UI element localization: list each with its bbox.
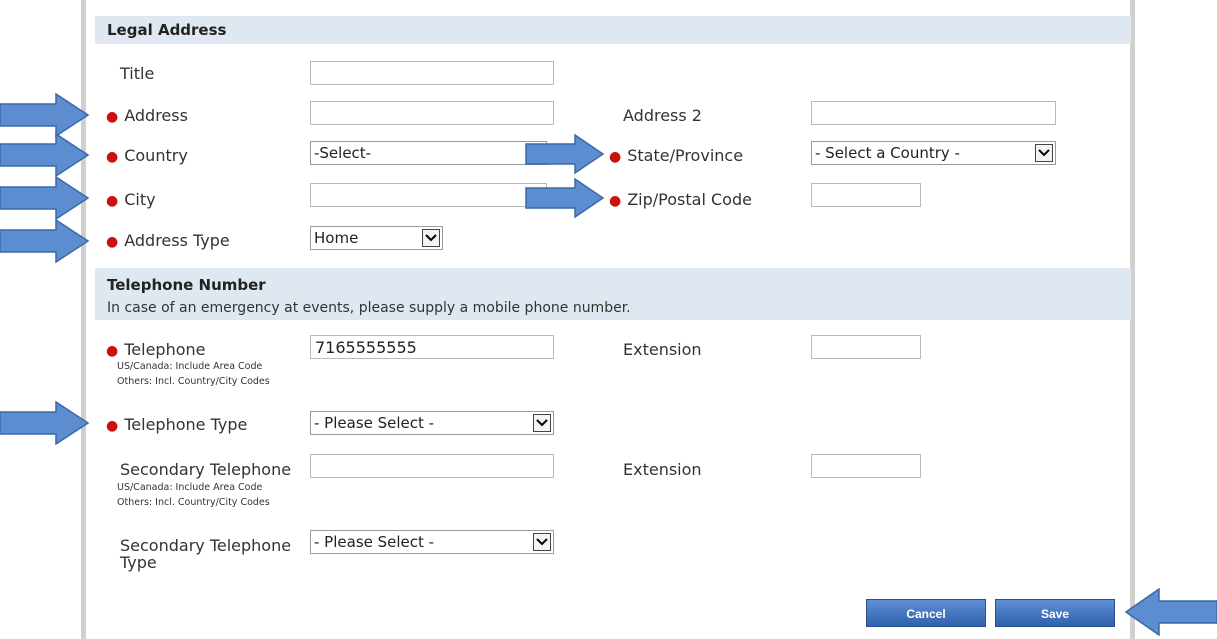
required-icon: ● xyxy=(609,149,622,165)
required-icon: ● xyxy=(609,193,622,209)
telephone-header: Telephone Number In case of an emergency… xyxy=(95,268,1131,320)
save-button[interactable]: Save xyxy=(995,599,1115,627)
cancel-button[interactable]: Cancel xyxy=(866,599,986,627)
extension-input[interactable] xyxy=(811,335,921,359)
state-select[interactable]: - Select a Country - xyxy=(811,141,1056,165)
telephone-type-selected-value: - Please Select - xyxy=(314,414,435,432)
required-icon: ● xyxy=(106,343,119,359)
required-icon: ● xyxy=(106,149,119,165)
secondary-extension-input[interactable] xyxy=(811,454,921,478)
telephone-subtitle: In case of an emergency at events, pleas… xyxy=(107,300,631,316)
zip-input[interactable] xyxy=(811,183,921,207)
required-icon: ● xyxy=(106,109,119,125)
arrow-right-icon xyxy=(0,401,90,445)
chevron-down-icon[interactable] xyxy=(533,533,551,551)
required-icon: ● xyxy=(106,418,119,434)
address-type-label: ● Address Type xyxy=(106,231,230,250)
city-label: ● City xyxy=(106,190,156,209)
arrow-right-icon xyxy=(525,178,605,218)
title-label: Title xyxy=(120,64,155,83)
telephone-label: ● Telephone xyxy=(106,340,206,359)
address-input[interactable] xyxy=(310,101,554,125)
required-icon: ● xyxy=(106,234,119,250)
telephone-title: Telephone Number xyxy=(107,276,266,294)
chevron-down-icon[interactable] xyxy=(533,414,551,432)
address-label: ● Address xyxy=(106,106,188,125)
required-icon: ● xyxy=(106,193,119,209)
telephone-hint: US/Canada: Include Area Code Others: Inc… xyxy=(117,359,270,389)
secondary-telephone-label: Secondary Telephone xyxy=(120,460,292,479)
secondary-extension-label: Extension xyxy=(623,460,702,479)
address-type-selected-value: Home xyxy=(314,229,359,247)
secondary-telephone-hint: US/Canada: Include Area Code Others: Inc… xyxy=(117,480,270,510)
state-label: ● State/Province xyxy=(609,146,744,165)
address2-input[interactable] xyxy=(811,101,1056,125)
legal-address-title: Legal Address xyxy=(107,21,227,39)
zip-label: ● Zip/Postal Code xyxy=(609,190,752,209)
address2-label: Address 2 xyxy=(623,106,702,125)
arrow-right-icon xyxy=(0,219,90,263)
arrow-right-icon xyxy=(0,176,90,220)
extension-label: Extension xyxy=(623,340,702,359)
arrow-left-icon xyxy=(1125,588,1217,636)
legal-address-header: Legal Address xyxy=(95,16,1131,44)
secondary-hint-line-1: US/Canada: Include Area Code xyxy=(117,482,263,493)
secondary-telephone-type-label: Secondary Telephone Type xyxy=(120,536,292,572)
country-select[interactable]: -Select- xyxy=(310,141,547,165)
state-selected-value: - Select a Country - xyxy=(815,144,960,162)
secondary-type-selected-value: - Please Select - xyxy=(314,533,435,551)
chevron-down-icon[interactable] xyxy=(1035,144,1053,162)
secondary-telephone-input[interactable] xyxy=(310,454,554,478)
country-label: ● Country xyxy=(106,146,188,165)
telephone-type-label: ● Telephone Type xyxy=(106,415,248,434)
country-selected-value: -Select- xyxy=(314,144,372,162)
title-input[interactable] xyxy=(310,61,554,85)
telephone-hint-line-1: US/Canada: Include Area Code xyxy=(117,361,263,372)
arrow-right-icon xyxy=(0,133,90,177)
telephone-hint-line-2: Others: Incl. Country/City Codes xyxy=(117,376,270,387)
telephone-type-select[interactable]: - Please Select - xyxy=(310,411,554,435)
arrow-right-icon xyxy=(525,134,605,174)
secondary-hint-line-2: Others: Incl. Country/City Codes xyxy=(117,497,270,508)
chevron-down-icon[interactable] xyxy=(422,229,440,247)
arrow-right-icon xyxy=(0,93,90,137)
city-input[interactable] xyxy=(310,183,547,207)
address-type-select[interactable]: Home xyxy=(310,226,443,250)
secondary-telephone-type-select[interactable]: - Please Select - xyxy=(310,530,554,554)
telephone-input[interactable]: 7165555555 xyxy=(310,335,554,359)
